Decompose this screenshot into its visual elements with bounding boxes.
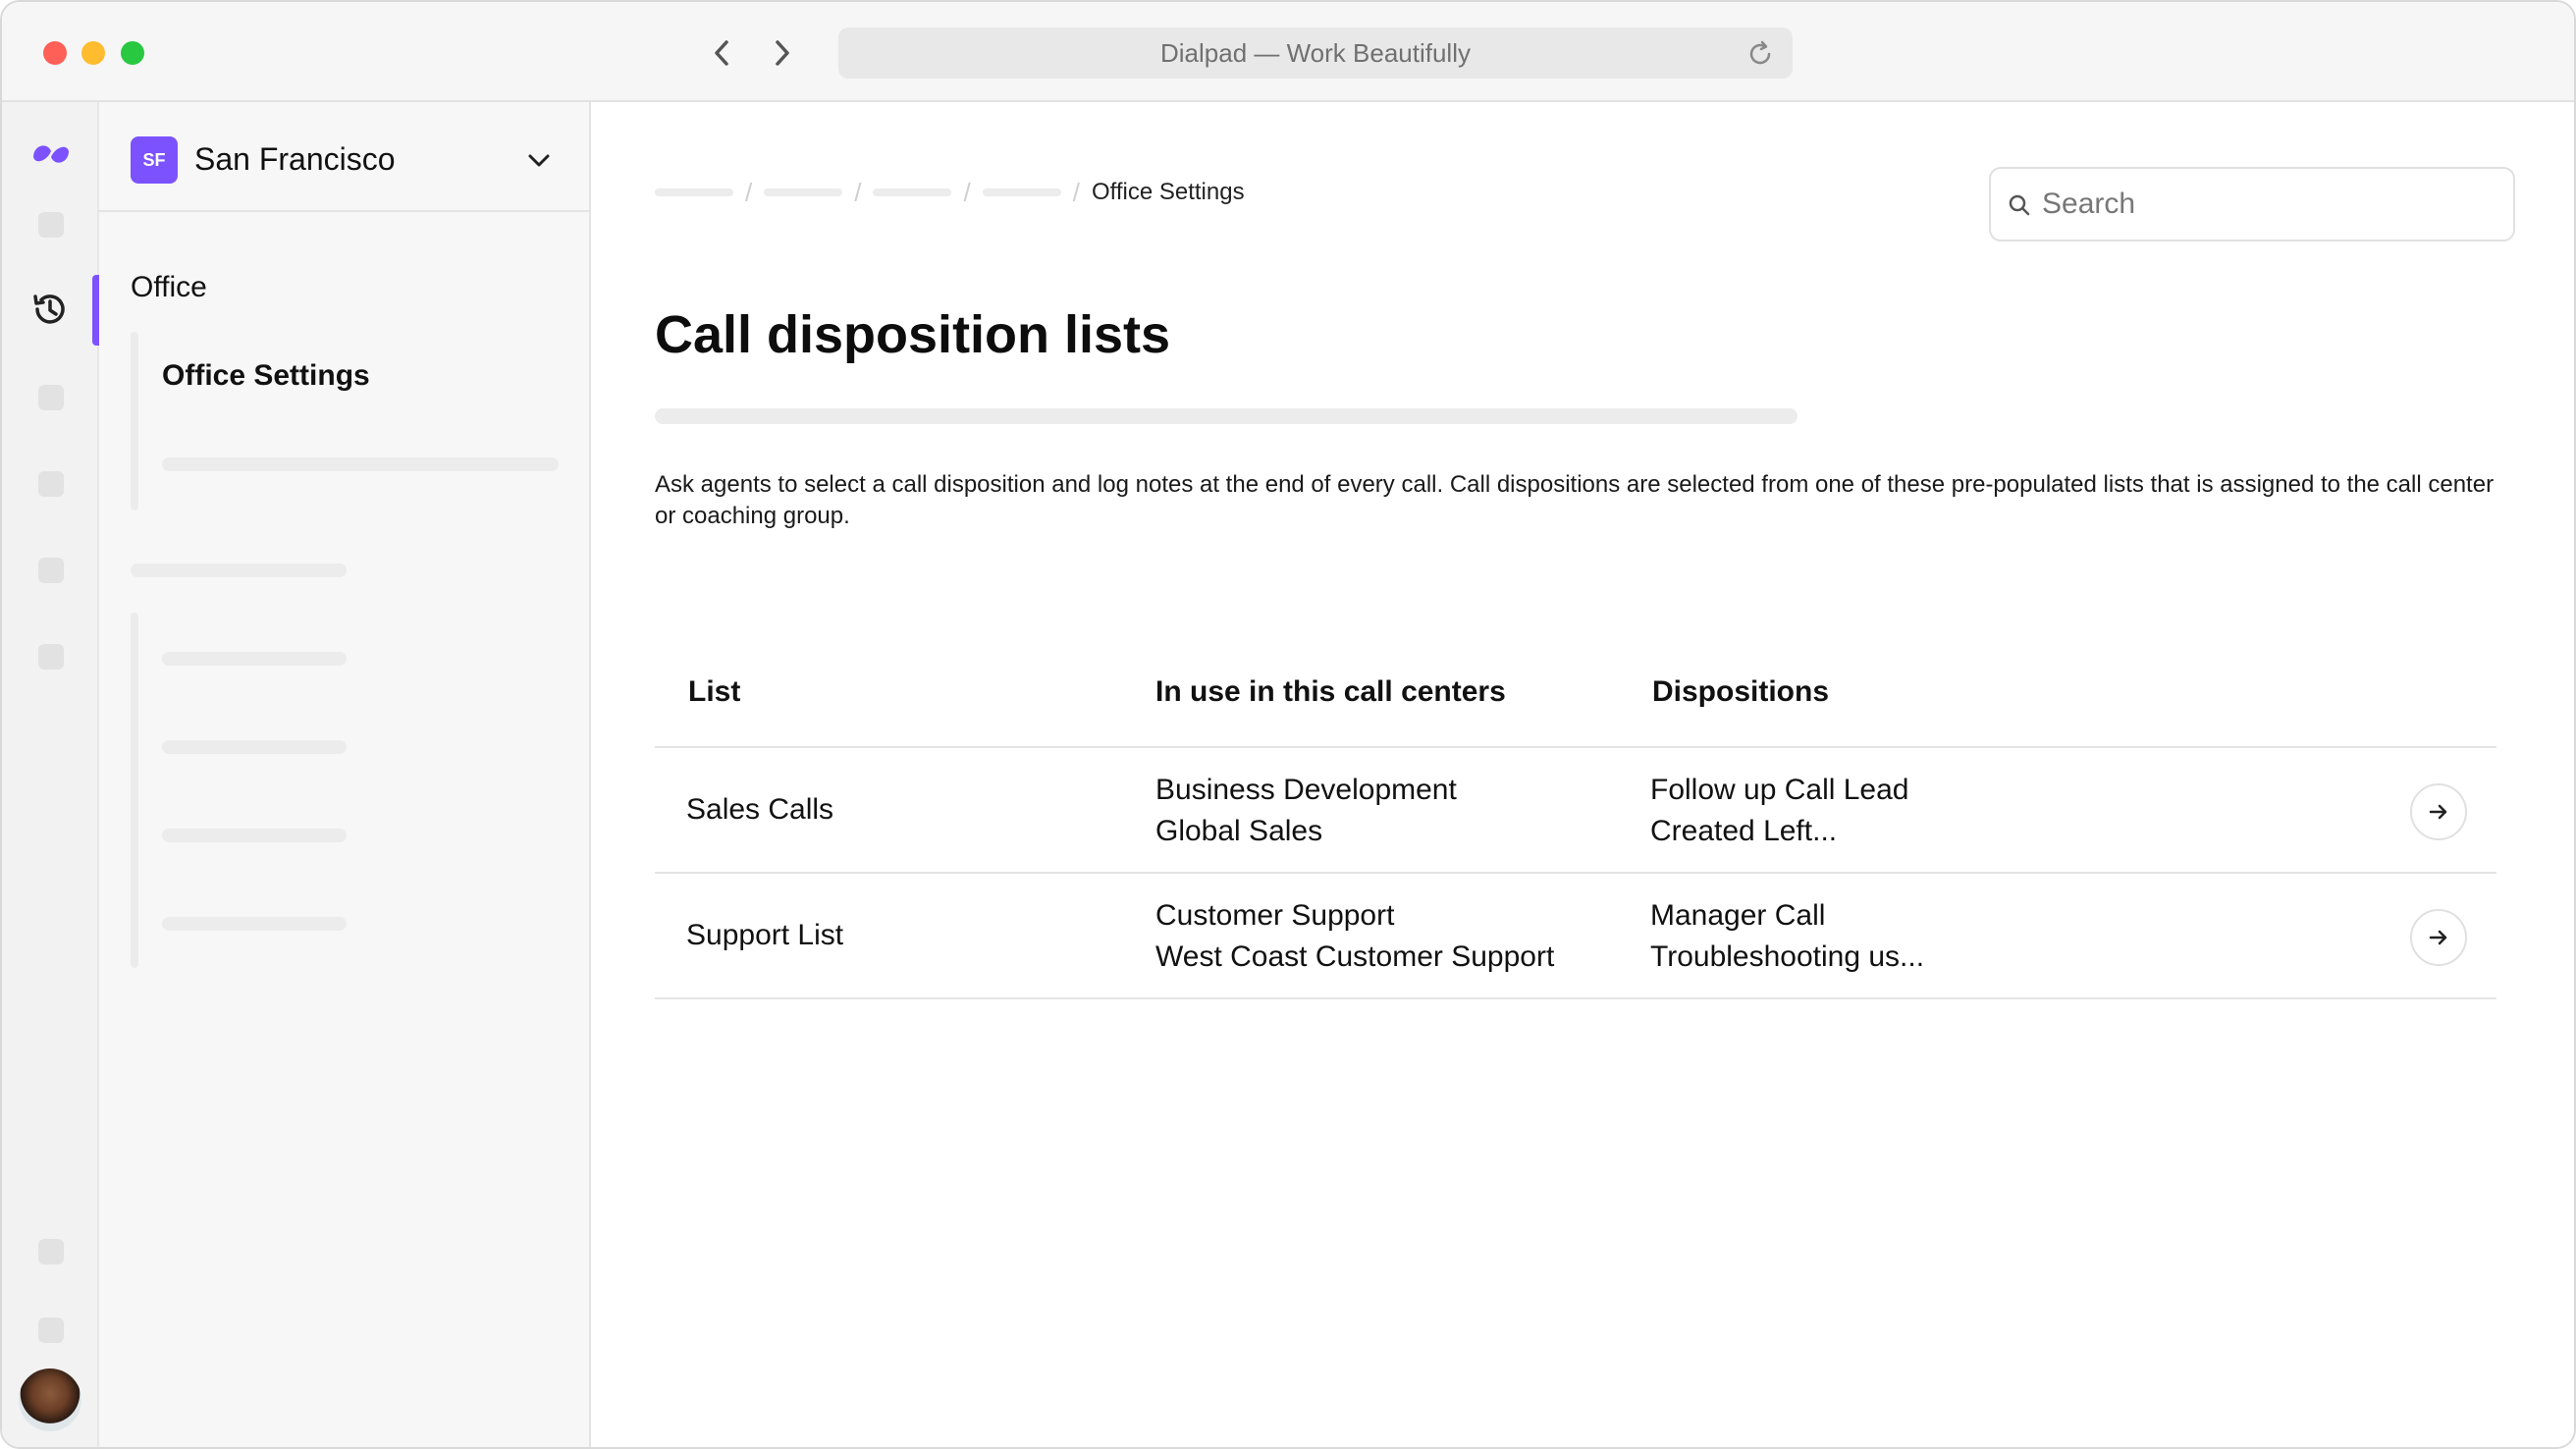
chevron-right-icon	[776, 40, 789, 66]
sidebar-item-placeholder[interactable]	[162, 917, 347, 931]
disposition-name: Created Left...	[1650, 815, 1838, 847]
office-switcher[interactable]: SF San Francisco	[99, 102, 589, 212]
arrow-right-icon	[2429, 930, 2447, 945]
address-bar[interactable]: Dialpad — Work Beautifully	[838, 27, 1793, 79]
call-center-name: Customer Support	[1155, 899, 1395, 932]
chevron-down-icon[interactable]	[524, 145, 554, 175]
column-header-list: List	[688, 675, 741, 708]
rail-nav-item[interactable]	[38, 644, 64, 670]
dialpad-logo-icon[interactable]	[29, 137, 73, 171]
search-icon	[2009, 194, 2030, 216]
table-header: List In use in this call centers Disposi…	[655, 640, 2496, 748]
sidebar-item-office-settings[interactable]: Office Settings	[162, 359, 370, 393]
table-row[interactable]: Sales Calls Business Development Global …	[655, 748, 2496, 874]
breadcrumb-current: Office Settings	[1091, 179, 1245, 205]
back-button[interactable]	[702, 33, 741, 73]
open-list-button[interactable]	[2410, 909, 2467, 966]
chevron-left-icon	[715, 40, 728, 66]
call-center-name: Global Sales	[1155, 815, 1323, 847]
list-name: Support List	[686, 919, 844, 951]
history-icon[interactable]	[29, 289, 71, 330]
breadcrumb-separator: /	[854, 177, 862, 207]
disposition-lists-table: List In use in this call centers Disposi…	[655, 640, 2496, 999]
office-name: San Francisco	[194, 141, 396, 177]
rail-nav-item[interactable]	[38, 1239, 64, 1264]
rail-nav-item[interactable]	[38, 558, 64, 583]
rail-nav-item[interactable]	[38, 212, 64, 238]
rail-nav-item[interactable]	[38, 385, 64, 410]
column-header-call-centers: In use in this call centers	[1155, 675, 1506, 708]
breadcrumb-separator: /	[1072, 177, 1080, 207]
settings-sidebar: SF San Francisco Office Office Settings	[99, 102, 591, 1447]
column-header-dispositions: Dispositions	[1652, 675, 1830, 708]
dispositions-cell: Follow up Call Lead Created Left...	[1650, 770, 1908, 852]
rail-nav-item[interactable]	[38, 1317, 64, 1343]
table-row[interactable]: Support List Customer Support West Coast…	[655, 874, 2496, 999]
rail-nav-item[interactable]	[38, 471, 64, 497]
breadcrumb-link-placeholder[interactable]	[764, 188, 843, 196]
browser-titlebar: Dialpad — Work Beautifully	[2, 2, 2574, 102]
reload-icon[interactable]	[1745, 39, 1775, 69]
forward-button[interactable]	[763, 33, 802, 73]
search-input[interactable]	[2042, 188, 2494, 221]
minimize-window-button[interactable]	[81, 41, 105, 65]
maximize-window-button[interactable]	[121, 41, 144, 65]
disposition-name: Troubleshooting us...	[1650, 940, 1925, 973]
rail-active-indicator	[92, 275, 99, 346]
sidebar-item-placeholder[interactable]	[162, 740, 347, 754]
sidebar-item-placeholder[interactable]	[162, 829, 347, 842]
breadcrumb-link-placeholder[interactable]	[982, 188, 1061, 196]
call-centers-cell: Customer Support West Coast Customer Sup…	[1155, 895, 1554, 978]
nav-guide-line	[131, 613, 138, 968]
breadcrumb: / / / / Office Settings	[655, 173, 1245, 212]
breadcrumb-link-placeholder[interactable]	[873, 188, 952, 196]
disposition-name: Follow up Call Lead	[1650, 774, 1909, 806]
sidebar-item-placeholder[interactable]	[162, 652, 347, 666]
page-description: Ask agents to select a call disposition …	[655, 471, 2495, 529]
sidebar-section-office[interactable]: Office	[131, 271, 207, 304]
sidebar-section-placeholder[interactable]	[131, 564, 347, 577]
arrow-right-icon	[2429, 804, 2447, 820]
nav-guide-line	[131, 332, 138, 510]
dispositions-cell: Manager Call Troubleshooting us...	[1650, 895, 1924, 978]
subtitle-placeholder	[655, 408, 1798, 424]
user-avatar[interactable]	[19, 1368, 81, 1431]
page-title: Call disposition lists	[655, 305, 1171, 364]
breadcrumb-link-placeholder[interactable]	[655, 188, 733, 196]
app-window: Dialpad — Work Beautifully SF San Franci…	[0, 0, 2576, 1449]
open-list-button[interactable]	[2410, 783, 2467, 840]
close-window-button[interactable]	[43, 41, 67, 65]
call-center-name: West Coast Customer Support	[1155, 940, 1555, 973]
disposition-name: Manager Call	[1650, 899, 1826, 932]
sidebar-item-placeholder[interactable]	[162, 457, 559, 471]
breadcrumb-separator: /	[745, 177, 753, 207]
office-badge: SF	[131, 136, 178, 184]
call-center-name: Business Development	[1155, 774, 1457, 806]
address-bar-title: Dialpad — Work Beautifully	[1160, 37, 1471, 68]
call-centers-cell: Business Development Global Sales	[1155, 770, 1457, 852]
breadcrumb-separator: /	[963, 177, 971, 207]
icon-rail	[2, 102, 99, 1447]
main-content: / / / / Office Settings Call disposition…	[591, 102, 2574, 1447]
search-box[interactable]	[1989, 167, 2515, 242]
list-name: Sales Calls	[686, 793, 834, 826]
